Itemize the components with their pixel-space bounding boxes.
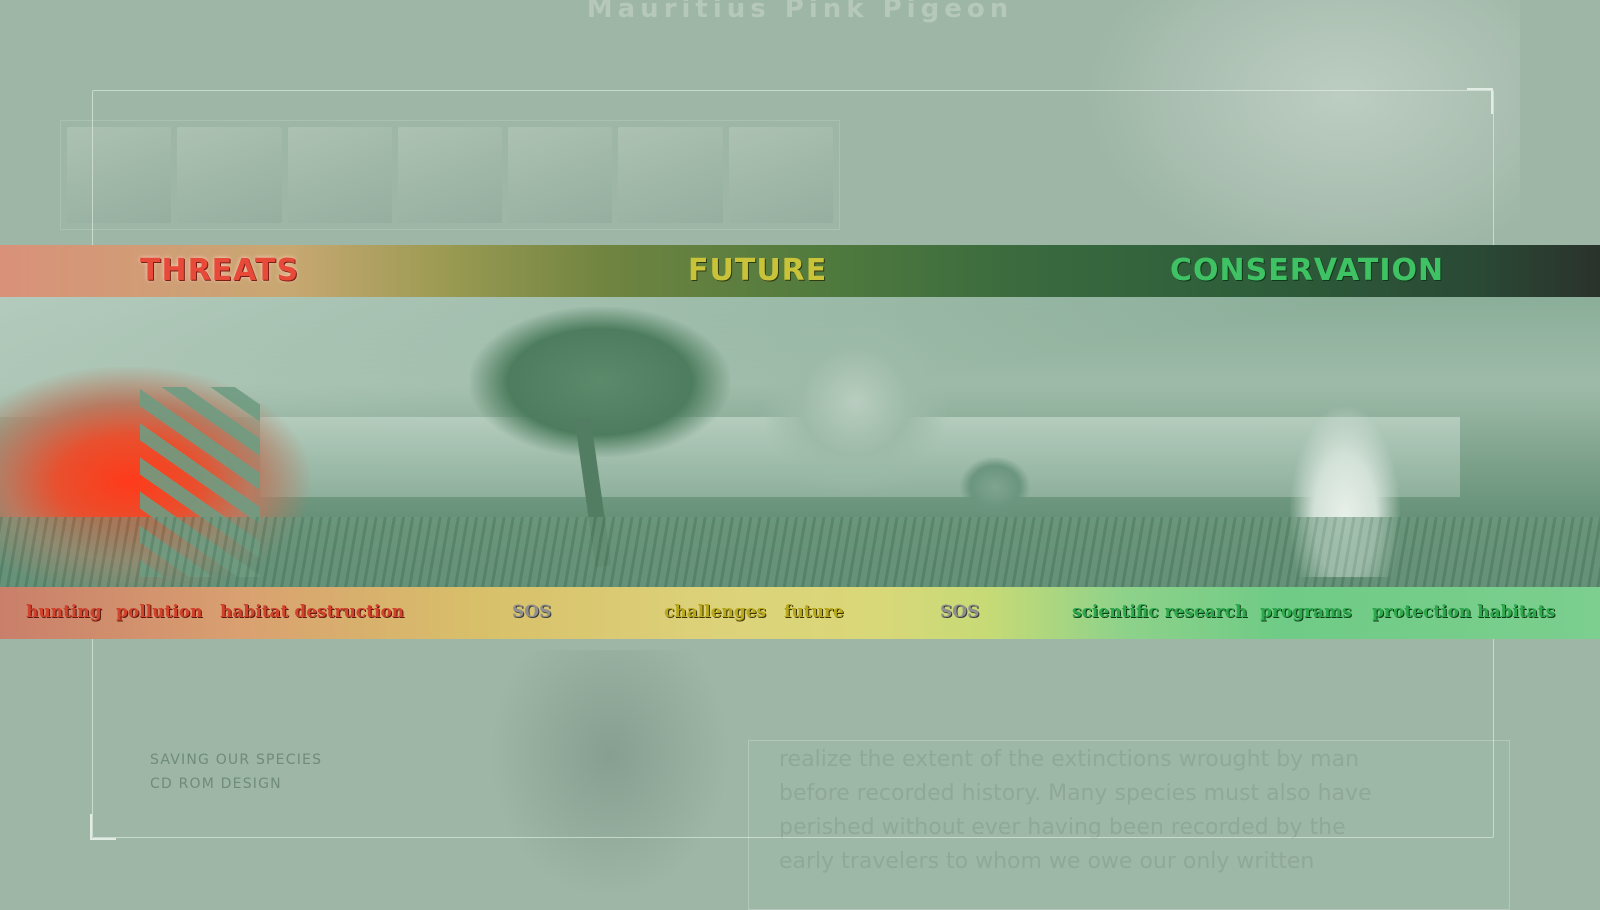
link-future[interactable]: future: [784, 602, 844, 622]
link-sos-future[interactable]: SOS: [940, 602, 979, 622]
pigeon-illustration: [960, 457, 1030, 517]
tab-threats[interactable]: THREATS: [140, 253, 299, 288]
project-caption: SAVING OUR SPECIES CD ROM DESIGN: [150, 748, 322, 796]
link-protection-habitats[interactable]: protection habitats: [1372, 602, 1555, 622]
tab-future[interactable]: FUTURE: [688, 253, 827, 288]
caption-title: SAVING OUR SPECIES: [150, 752, 323, 768]
link-habitat-destruction[interactable]: habitat destruction: [220, 602, 404, 622]
link-pollution[interactable]: pollution: [116, 602, 203, 622]
topic-link-bar: hunting pollution habitat destruction SO…: [0, 587, 1600, 639]
frame-corner-bottom-left: [90, 814, 116, 840]
background-text-line: early travelers to whom we owe our only …: [779, 849, 1315, 874]
eagle-illustration: [760, 307, 950, 497]
link-sos-threats[interactable]: SOS: [512, 602, 551, 622]
link-challenges[interactable]: challenges: [664, 602, 766, 622]
frame-corner-top-right: [1467, 88, 1493, 114]
section-tab-bar: THREATS FUTURE CONSERVATION: [0, 245, 1600, 297]
tree-illustration: [470, 307, 730, 457]
link-hunting[interactable]: hunting: [26, 602, 102, 622]
link-scientific-research[interactable]: scientific research: [1072, 602, 1247, 622]
panorama-illustration: [0, 297, 1600, 587]
caption-subtitle: CD ROM DESIGN: [150, 776, 282, 792]
navigation-banner: THREATS FUTURE CONSERVATION hunting poll…: [0, 245, 1600, 639]
link-programs[interactable]: programs: [1260, 602, 1352, 622]
tab-conservation[interactable]: CONSERVATION: [1170, 253, 1444, 288]
grass-illustration: [0, 517, 1600, 587]
